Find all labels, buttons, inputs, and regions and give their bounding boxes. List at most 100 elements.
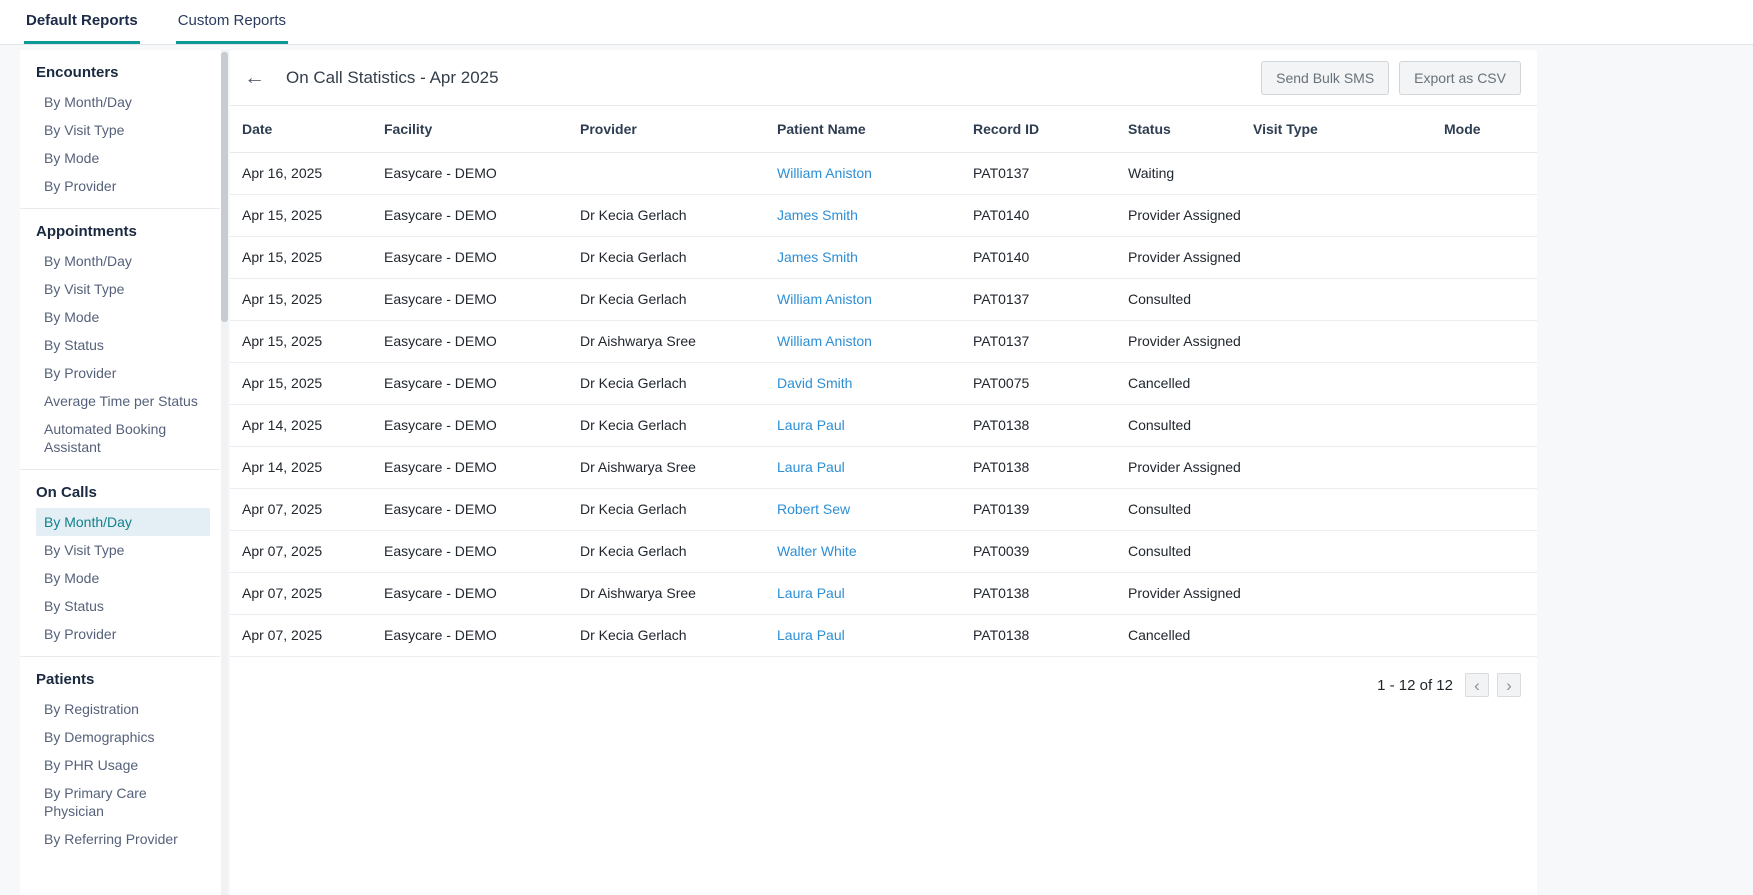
page-title: On Call Statistics - Apr 2025 [286,68,499,88]
cell-facility: Easycare - DEMO [384,615,580,657]
table-head: DateFacilityProviderPatient NameRecord I… [230,106,1537,153]
sidebar-item-by-provider[interactable]: By Provider [36,620,210,648]
sidebar-item-by-month-day[interactable]: By Month/Day [36,508,210,536]
sidebar-item-by-registration[interactable]: By Registration [36,695,210,723]
patient-name-link[interactable]: Walter White [777,543,857,559]
cell-visit-type [1253,279,1444,321]
cell-provider: Dr Kecia Gerlach [580,615,777,657]
patient-name-link[interactable]: William Aniston [777,333,872,349]
cell-visit-type [1253,363,1444,405]
cell-visit-type [1253,615,1444,657]
sidebar-item-by-referring-provider[interactable]: By Referring Provider [36,825,210,853]
cell-status: Cancelled [1128,363,1253,405]
cell-date: Apr 07, 2025 [230,573,384,615]
cell-status: Cancelled [1128,615,1253,657]
main-header: ← On Call Statistics - Apr 2025 Send Bul… [230,50,1537,105]
cell-mode [1444,405,1537,447]
sidebar-item-by-visit-type[interactable]: By Visit Type [36,536,210,564]
sidebar-section-title: On Calls [20,474,220,508]
cell-record-id: PAT0139 [973,489,1128,531]
patient-name-link[interactable]: Laura Paul [777,627,845,643]
patient-name-link[interactable]: James Smith [777,207,858,223]
patient-name-link[interactable]: William Aniston [777,165,872,181]
sidebar-item-by-visit-type[interactable]: By Visit Type [36,116,210,144]
sidebar-item-by-demographics[interactable]: By Demographics [36,723,210,751]
sidebar-item-by-provider[interactable]: By Provider [36,172,210,200]
sidebar-item-by-primary-care-physician[interactable]: By Primary Care Physician [36,779,210,825]
column-header-patient-name: Patient Name [777,106,973,153]
cell-status: Consulted [1128,279,1253,321]
sidebar-item-by-provider[interactable]: By Provider [36,359,210,387]
sidebar-item-by-mode[interactable]: By Mode [36,564,210,592]
cell-facility: Easycare - DEMO [384,153,580,195]
column-header-mode: Mode [1444,106,1537,153]
column-header-visit-type: Visit Type [1253,106,1444,153]
sidebar-item-by-mode[interactable]: By Mode [36,303,210,331]
cell-provider: Dr Kecia Gerlach [580,363,777,405]
column-header-provider: Provider [580,106,777,153]
tab-default-reports[interactable]: Default Reports [24,0,140,44]
column-header-record-id: Record ID [973,106,1128,153]
cell-facility: Easycare - DEMO [384,447,580,489]
cell-patient-name: William Aniston [777,153,973,195]
cell-date: Apr 14, 2025 [230,405,384,447]
sidebar: EncountersBy Month/DayBy Visit TypeBy Mo… [20,50,228,895]
sidebar-item-by-visit-type[interactable]: By Visit Type [36,275,210,303]
table-row: Apr 15, 2025Easycare - DEMODr Aishwarya … [230,321,1537,363]
patient-name-link[interactable]: Laura Paul [777,585,845,601]
cell-record-id: PAT0138 [973,447,1128,489]
cell-date: Apr 15, 2025 [230,321,384,363]
sidebar-item-by-mode[interactable]: By Mode [36,144,210,172]
cell-visit-type [1253,573,1444,615]
cell-patient-name: William Aniston [777,321,973,363]
cell-patient-name: Robert Sew [777,489,973,531]
table-row: Apr 15, 2025Easycare - DEMODr Kecia Gerl… [230,195,1537,237]
sidebar-item-by-month-day[interactable]: By Month/Day [36,88,210,116]
sidebar-item-by-month-day[interactable]: By Month/Day [36,247,210,275]
cell-record-id: PAT0138 [973,615,1128,657]
cell-patient-name: William Aniston [777,279,973,321]
patient-name-link[interactable]: Robert Sew [777,501,850,517]
cell-record-id: PAT0137 [973,153,1128,195]
patient-name-link[interactable]: William Aniston [777,291,872,307]
cell-facility: Easycare - DEMO [384,279,580,321]
cell-provider: Dr Aishwarya Sree [580,321,777,363]
sidebar-item-automated-booking-assistant[interactable]: Automated Booking Assistant [36,415,210,461]
cell-date: Apr 07, 2025 [230,615,384,657]
cell-date: Apr 15, 2025 [230,363,384,405]
cell-visit-type [1253,321,1444,363]
table-body: Apr 16, 2025Easycare - DEMOWilliam Anist… [230,153,1537,657]
sidebar-item-by-status[interactable]: By Status [36,331,210,359]
next-page-icon[interactable]: › [1497,673,1521,697]
cell-status: Provider Assigned [1128,447,1253,489]
cell-mode [1444,363,1537,405]
table-row: Apr 15, 2025Easycare - DEMODr Kecia Gerl… [230,363,1537,405]
back-arrow-icon[interactable]: ← [244,66,278,90]
tab-custom-reports[interactable]: Custom Reports [176,0,288,44]
sidebar-item-by-status[interactable]: By Status [36,592,210,620]
cell-facility: Easycare - DEMO [384,531,580,573]
sidebar-scrollbar-thumb[interactable] [221,52,228,322]
sidebar-item-by-phr-usage[interactable]: By PHR Usage [36,751,210,779]
cell-date: Apr 15, 2025 [230,195,384,237]
column-header-facility: Facility [384,106,580,153]
table-row: Apr 07, 2025Easycare - DEMODr Kecia Gerl… [230,531,1537,573]
sidebar-scrollbar[interactable] [221,50,228,895]
cell-visit-type [1253,237,1444,279]
patient-name-link[interactable]: David Smith [777,375,852,391]
column-header-date: Date [230,106,384,153]
cell-mode [1444,321,1537,363]
cell-facility: Easycare - DEMO [384,195,580,237]
table-row: Apr 14, 2025Easycare - DEMODr Aishwarya … [230,447,1537,489]
patient-name-link[interactable]: Laura Paul [777,417,845,433]
patient-name-link[interactable]: Laura Paul [777,459,845,475]
cell-status: Provider Assigned [1128,321,1253,363]
export-as-csv-button[interactable]: Export as CSV [1399,61,1521,95]
previous-page-icon[interactable]: ‹ [1465,673,1489,697]
cell-facility: Easycare - DEMO [384,237,580,279]
patient-name-link[interactable]: James Smith [777,249,858,265]
send-bulk-sms-button[interactable]: Send Bulk SMS [1261,61,1389,95]
sidebar-item-average-time-per-status[interactable]: Average Time per Status [36,387,210,415]
cell-record-id: PAT0140 [973,237,1128,279]
sidebar-section-patients: PatientsBy RegistrationBy DemographicsBy… [20,657,220,861]
